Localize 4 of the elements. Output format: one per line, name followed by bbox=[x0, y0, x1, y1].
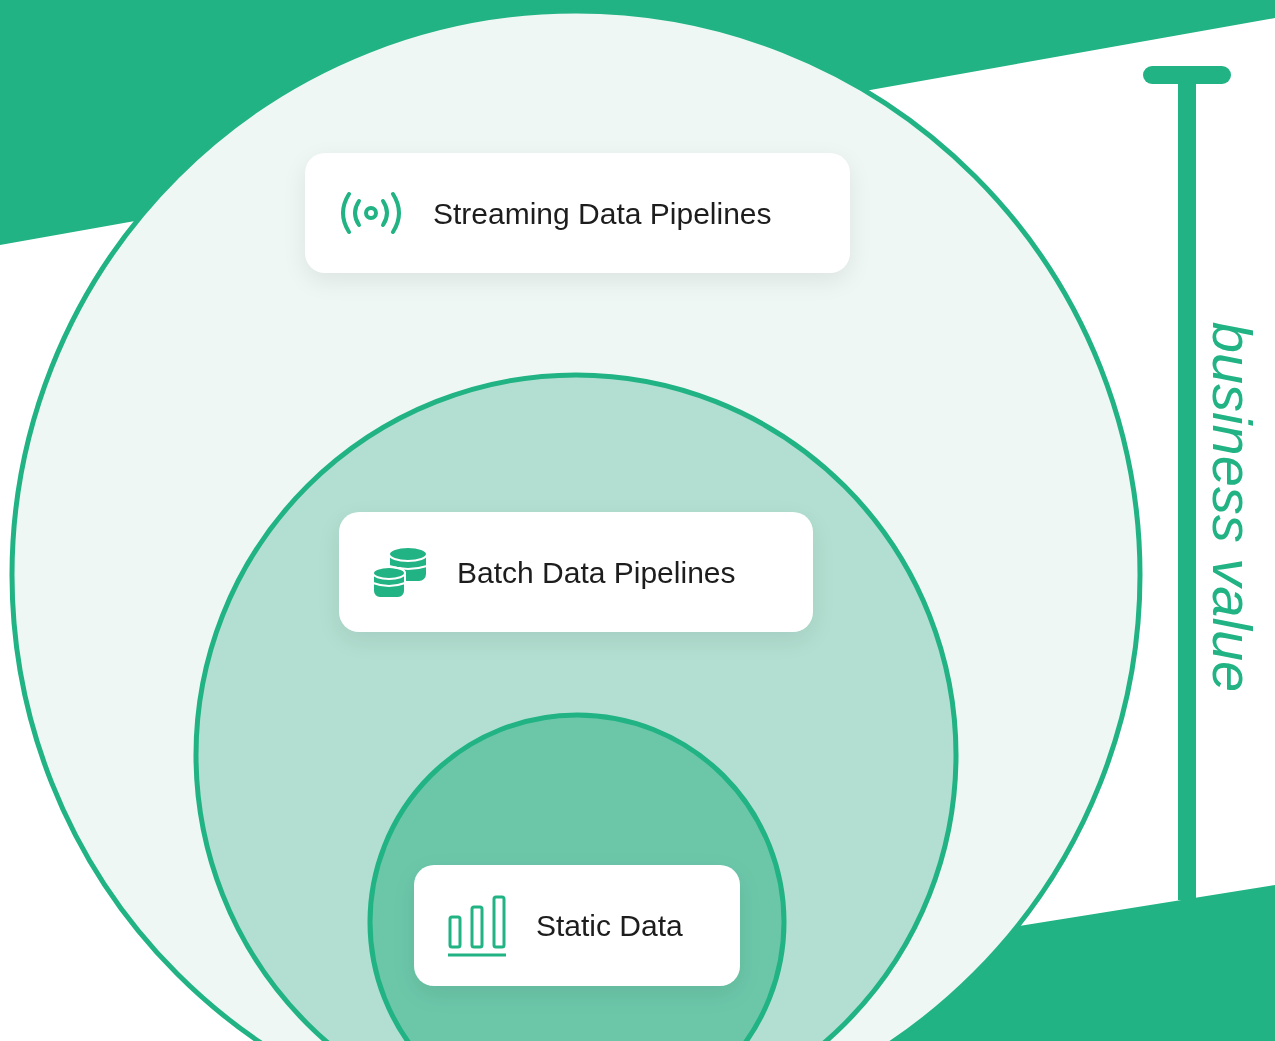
level-label: Static Data bbox=[536, 908, 683, 944]
level-label: Batch Data Pipelines bbox=[457, 554, 736, 591]
level-label: Streaming Data Pipelines bbox=[433, 195, 772, 232]
axis-label: business value bbox=[1204, 321, 1260, 693]
